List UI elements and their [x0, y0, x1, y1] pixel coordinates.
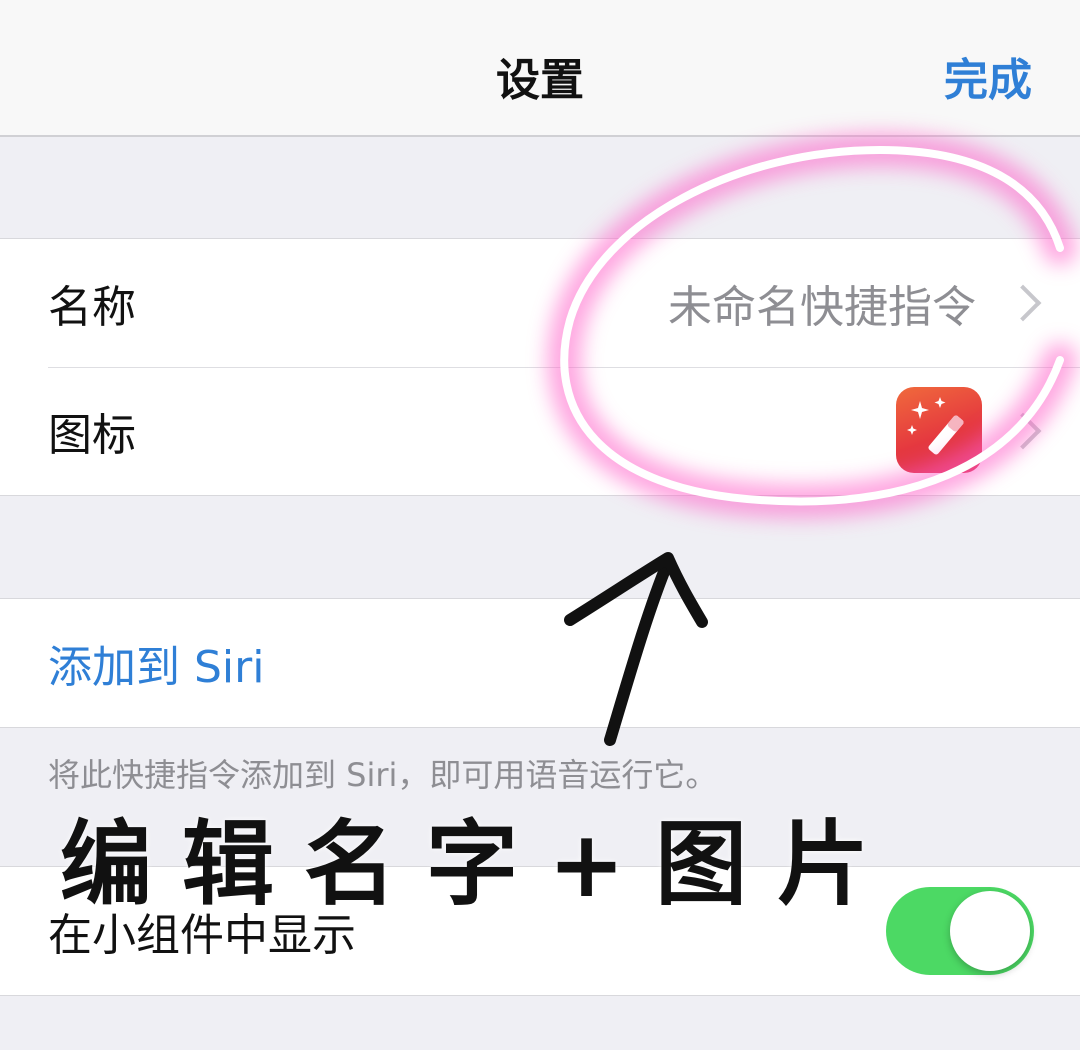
name-row[interactable]: 名称 未命名快捷指令 — [0, 239, 1080, 367]
icon-label: 图标 — [48, 410, 136, 461]
add-to-siri-button[interactable]: 添加到 Siri — [48, 631, 264, 695]
name-value: 未命名快捷指令 — [668, 282, 976, 333]
icon-row[interactable]: 图标 — [0, 367, 1080, 495]
chevron-right-icon — [1004, 284, 1042, 322]
chevron-right-icon — [1004, 412, 1042, 450]
siri-group: 添加到 Siri — [0, 598, 1080, 728]
magic-wand-icon[interactable] — [896, 387, 982, 473]
add-to-siri-row[interactable]: 添加到 Siri — [0, 599, 1080, 727]
navigation-bar: 设置 完成 — [0, 0, 1080, 137]
details-group: 名称 未命名快捷指令 图标 — [0, 238, 1080, 496]
annotation-caption: 编辑名字+图片 — [60, 811, 900, 918]
page-title: 设置 — [496, 55, 584, 106]
done-button[interactable]: 完成 — [944, 44, 1032, 108]
name-label: 名称 — [48, 282, 136, 333]
